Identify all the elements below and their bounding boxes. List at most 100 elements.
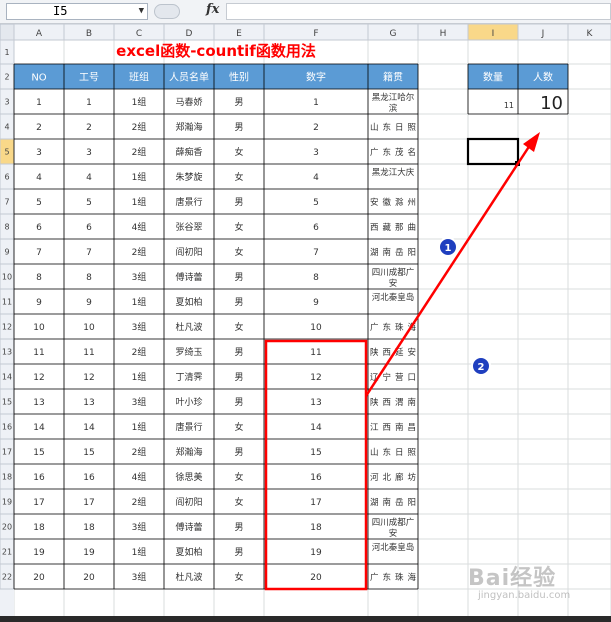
table-cell[interactable]: 8 [36, 273, 42, 283]
table-cell[interactable]: 叶小珍 [175, 396, 202, 408]
table-cell[interactable]: 3组 [132, 521, 147, 533]
table-cell[interactable]: 2组 [132, 496, 147, 508]
row-header-15[interactable]: 15 [2, 398, 12, 407]
table-cell[interactable]: 女 [234, 321, 243, 333]
table-cell[interactable]: 18 [83, 523, 95, 533]
row-header-22[interactable]: 22 [2, 573, 12, 582]
table-cell[interactable]: 9 [313, 298, 319, 308]
table-cell[interactable]: 12 [310, 373, 321, 383]
table-cell[interactable]: 女 [234, 171, 243, 183]
table-cell[interactable]: 13 [33, 398, 44, 408]
table-cell[interactable]: 8 [313, 273, 319, 283]
table-cell[interactable]: 丁清霁 [175, 371, 202, 383]
row-header-2[interactable]: 2 [4, 73, 9, 82]
table-cell[interactable]: 3 [313, 148, 319, 158]
table-cell[interactable]: 4 [36, 173, 42, 183]
column-header-c[interactable]: C [136, 29, 142, 39]
row-header-4[interactable]: 4 [4, 123, 9, 132]
table-cell[interactable]: 2组 [132, 346, 147, 358]
table-cell[interactable]: 男 [234, 197, 243, 208]
formula-input[interactable] [226, 3, 611, 20]
table-cell[interactable]: 5 [313, 198, 319, 208]
column-header-j[interactable]: J [541, 29, 545, 39]
table-cell[interactable]: 傅诗蕾 [175, 271, 202, 283]
table-cell[interactable]: 4 [86, 173, 92, 183]
row-header-11[interactable]: 11 [2, 298, 12, 307]
table-cell[interactable]: 1 [313, 98, 319, 108]
table-cell[interactable]: 男 [234, 522, 243, 533]
table-cell[interactable]: 4 [313, 173, 319, 183]
row-header-7[interactable]: 7 [4, 198, 9, 207]
table-cell[interactable]: 16 [33, 473, 45, 483]
table-cell[interactable]: 女 [234, 471, 243, 483]
table-cell[interactable]: 男 [234, 397, 243, 408]
table-cell[interactable]: 1组 [132, 171, 147, 183]
table-cell[interactable]: 四川成都广 [372, 517, 415, 528]
table-cell[interactable]: 4组 [132, 471, 147, 483]
table-cell[interactable]: 5 [86, 198, 92, 208]
table-cell[interactable]: 女 [234, 421, 243, 433]
table-cell[interactable]: 男 [234, 372, 243, 383]
table-cell[interactable]: 河北秦皇岛 [372, 542, 415, 553]
table-cell[interactable]: 黑龙江哈尔 [372, 92, 415, 103]
row-header-1[interactable]: 1 [4, 48, 9, 57]
table-cell[interactable]: 3 [86, 148, 92, 158]
table-cell[interactable]: 2组 [132, 446, 147, 458]
table-cell[interactable]: 罗绮玉 [175, 346, 202, 358]
table-cell[interactable]: 女 [234, 571, 243, 583]
table-cell[interactable]: 2 [36, 123, 42, 133]
table-cell[interactable]: 15 [33, 448, 44, 458]
column-header-g[interactable]: G [390, 29, 397, 39]
table-cell[interactable]: 20 [310, 573, 322, 583]
table-cell[interactable]: 11 [33, 348, 44, 358]
table-cell[interactable]: 薛痴香 [175, 146, 202, 158]
column-header-d[interactable]: D [186, 29, 193, 39]
table-cell[interactable]: 唐景行 [175, 421, 202, 433]
table-cell[interactable]: 12 [83, 373, 94, 383]
summary-count-value[interactable]: 11 [504, 101, 514, 110]
table-cell[interactable]: 5 [36, 198, 42, 208]
table-cell[interactable]: 河北秦皇岛 [372, 292, 415, 303]
worksheet-grid[interactable]: A B C D E F G H I J K 1 2 3 4 5 6 7 8 9 10 11 12 13 14 15 16 17 18 19… [0, 24, 611, 616]
table-cell[interactable]: 17 [33, 498, 44, 508]
table-cell[interactable]: 朱梦旋 [175, 171, 202, 183]
table-cell[interactable]: 17 [83, 498, 94, 508]
table-cell[interactable]: 16 [83, 473, 95, 483]
table-cell[interactable]: 9 [36, 298, 42, 308]
table-cell[interactable]: 1组 [132, 421, 147, 433]
table-cell[interactable]: 18 [33, 523, 45, 533]
table-cell[interactable]: 徐思美 [175, 471, 202, 483]
table-cell[interactable]: 安 [389, 278, 398, 289]
column-header-f[interactable]: F [313, 29, 318, 39]
table-cell[interactable]: 1组 [132, 296, 147, 308]
table-cell[interactable]: 3组 [132, 271, 147, 283]
table-cell[interactable]: 夏如柏 [175, 546, 202, 558]
table-cell[interactable]: 11 [83, 348, 94, 358]
table-cell[interactable]: 2组 [132, 146, 147, 158]
table-cell[interactable]: 男 [234, 122, 243, 133]
table-cell[interactable]: 女 [234, 496, 243, 508]
table-cell[interactable]: 10 [83, 323, 95, 333]
table-cell[interactable]: 夏如柏 [175, 296, 202, 308]
table-cell[interactable]: 3 [36, 148, 42, 158]
table-cell[interactable]: 女 [234, 221, 243, 233]
table-cell[interactable]: 杜凡波 [175, 571, 202, 583]
table-cell[interactable]: 14 [83, 423, 95, 433]
table-cell[interactable]: 男 [234, 547, 243, 558]
table-cell[interactable]: 3组 [132, 571, 147, 583]
row-header-19[interactable]: 19 [2, 498, 12, 507]
table-cell[interactable]: 杜凡波 [175, 321, 202, 333]
summary-people-value[interactable]: 10 [540, 93, 563, 114]
name-box-dropdown-icon[interactable]: ▼ [139, 4, 144, 19]
column-header-i[interactable]: I [492, 29, 495, 39]
table-cell[interactable]: 16 [310, 473, 322, 483]
table-cell[interactable]: 1组 [132, 546, 147, 558]
table-cell[interactable]: 7 [313, 248, 319, 258]
row-header-3[interactable]: 3 [4, 98, 9, 107]
select-all-corner[interactable] [0, 24, 15, 41]
column-header-h[interactable]: H [440, 29, 447, 39]
row-header-14[interactable]: 14 [2, 373, 12, 382]
row-header-13[interactable]: 13 [2, 348, 12, 357]
table-cell[interactable]: 滨 [389, 103, 398, 114]
table-cell[interactable]: 1组 [132, 196, 147, 208]
